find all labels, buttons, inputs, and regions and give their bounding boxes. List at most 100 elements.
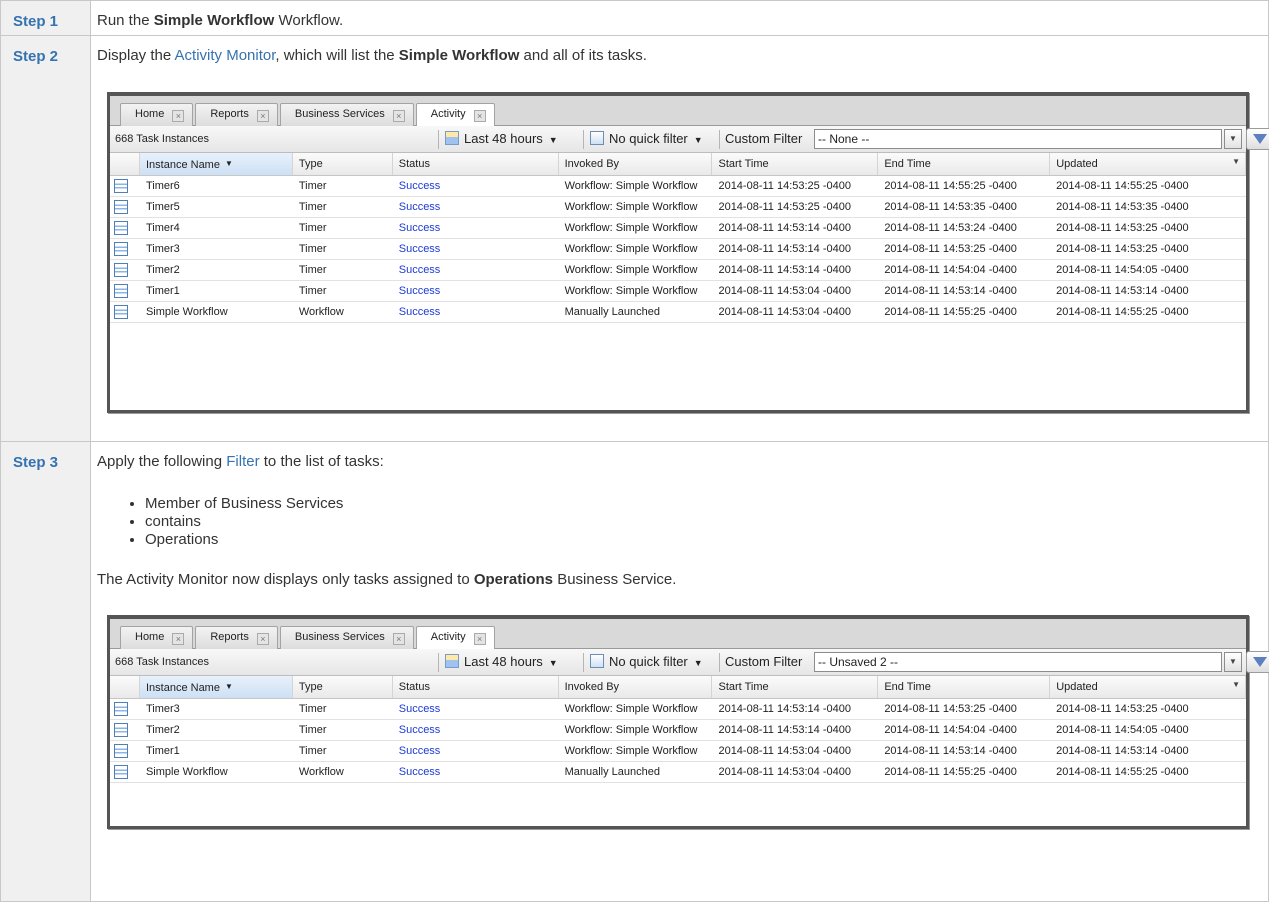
- column-header[interactable]: Status: [393, 153, 559, 175]
- table-cell: Timer1: [145, 285, 180, 297]
- table-row[interactable]: Timer5 Timer Success Workflow: Simple Workf…: [110, 197, 1246, 218]
- time-range-dropdown[interactable]: Last 48 hours ▼: [445, 126, 558, 152]
- column-header[interactable]: Instance Name ▼: [139, 676, 293, 698]
- step-content: Display the Activity Monitor, which will…: [90, 35, 1269, 442]
- column-header[interactable]: Invoked By: [559, 676, 713, 698]
- custom-filter-label: Custom Filter: [725, 131, 803, 146]
- tab-reports[interactable]: Reports ×: [195, 103, 278, 126]
- tab-home[interactable]: Home ×: [120, 626, 194, 649]
- close-icon[interactable]: ×: [392, 110, 405, 122]
- header-icon-column: [110, 676, 140, 698]
- close-icon[interactable]: ×: [473, 110, 486, 122]
- row-icon-cell: [110, 699, 140, 719]
- table-row[interactable]: Timer3 Timer Success Workflow: Simple Workf…: [110, 699, 1246, 720]
- table-cell: 2014-08-11 14:53:25 -0400: [884, 703, 1017, 715]
- table-row[interactable]: Simple Workflow Workflow Success Manually L…: [110, 302, 1246, 323]
- filter-link[interactable]: Filter: [226, 453, 259, 470]
- table-row[interactable]: Simple Workflow Workflow Success Manually L…: [110, 762, 1246, 783]
- activity-monitor-link[interactable]: Activity Monitor: [175, 47, 276, 64]
- chevron-down-icon[interactable]: ▼: [1224, 129, 1242, 149]
- table-cell: Timer1: [145, 745, 180, 757]
- table-cell: Success: [398, 724, 441, 736]
- task-instance-icon: [114, 723, 128, 737]
- column-header-label: Status: [398, 158, 430, 170]
- column-header-label: Status: [398, 681, 430, 693]
- row-icon-cell: [110, 281, 140, 301]
- time-range-label: Last 48 hours: [464, 131, 543, 146]
- column-header-label: Type: [298, 158, 323, 170]
- column-header-label: End Time: [884, 681, 931, 693]
- table-cell: 2014-08-11 14:53:25 -0400: [1056, 222, 1189, 234]
- column-header[interactable]: End Time: [878, 676, 1051, 698]
- column-header-label: Instance Name: [145, 159, 220, 171]
- quick-filter-dropdown[interactable]: No quick filter ▼: [590, 126, 703, 152]
- chevron-down-icon: ▼: [548, 658, 558, 668]
- list-item: contains: [145, 513, 1258, 531]
- tab-label: Business Services: [294, 631, 385, 643]
- close-icon[interactable]: ×: [172, 633, 185, 645]
- close-icon[interactable]: ×: [392, 633, 405, 645]
- table-row[interactable]: Timer4 Timer Success Workflow: Simple Workf…: [110, 218, 1246, 239]
- custom-filter-select[interactable]: -- None --: [814, 129, 1222, 149]
- row-icon-cell: [110, 260, 140, 280]
- close-icon[interactable]: ×: [473, 633, 486, 645]
- tab-home[interactable]: Home ×: [120, 103, 194, 126]
- column-header[interactable]: Start Time: [712, 676, 879, 698]
- table-cell: 2014-08-11 14:53:14 -0400: [718, 264, 851, 276]
- quick-filter-dropdown[interactable]: No quick filter ▼: [590, 649, 703, 675]
- column-header[interactable]: Instance Name ▼: [139, 153, 293, 175]
- table-row[interactable]: Timer3 Timer Success Workflow: Simple Workf…: [110, 239, 1246, 260]
- step-label: Step 3: [0, 441, 91, 902]
- close-icon[interactable]: ×: [256, 633, 269, 645]
- tab-activity[interactable]: Activity ×: [415, 626, 495, 650]
- row-icon-cell: [110, 176, 140, 196]
- table-cell: 2014-08-11 14:53:04 -0400: [718, 766, 851, 778]
- table-cell: 2014-08-11 14:54:05 -0400: [1056, 264, 1189, 276]
- close-icon[interactable]: ×: [172, 110, 185, 122]
- column-menu-icon[interactable]: ▼: [1232, 680, 1240, 689]
- table-cell: Timer: [298, 724, 327, 736]
- tab-reports[interactable]: Reports ×: [195, 626, 278, 649]
- step-label: Step 2: [0, 35, 91, 442]
- table-cell: Success: [398, 285, 441, 297]
- column-header[interactable]: Status: [393, 676, 559, 698]
- table-row[interactable]: Timer2 Timer Success Workflow: Simple Workf…: [110, 720, 1246, 741]
- row-icon-cell: [110, 302, 140, 322]
- column-header[interactable]: Updated: [1050, 153, 1246, 175]
- table-cell: Timer: [298, 180, 327, 192]
- step-content: Apply the following Filter to the list o…: [90, 441, 1269, 902]
- chevron-down-icon[interactable]: ▼: [1224, 652, 1242, 672]
- column-header[interactable]: Start Time: [712, 153, 879, 175]
- close-icon[interactable]: ×: [256, 110, 269, 122]
- table-row[interactable]: Timer1 Timer Success Workflow: Simple Workf…: [110, 741, 1246, 762]
- column-header[interactable]: Updated: [1050, 676, 1246, 698]
- quick-filter-label: No quick filter: [609, 654, 688, 669]
- tab-business-services[interactable]: Business Services ×: [279, 626, 414, 649]
- column-header[interactable]: Type: [293, 153, 393, 175]
- table-row[interactable]: Timer2 Timer Success Workflow: Simple Workf…: [110, 260, 1246, 281]
- column-header[interactable]: Type: [293, 676, 393, 698]
- table-cell: Timer: [298, 703, 327, 715]
- table-row[interactable]: Timer6 Timer Success Workflow: Simple Workf…: [110, 176, 1246, 197]
- table-row[interactable]: Timer1 Timer Success Workflow: Simple Workf…: [110, 281, 1246, 302]
- tab-activity[interactable]: Activity ×: [415, 103, 495, 127]
- table-cell: Timer6: [145, 180, 180, 192]
- tab-business-services[interactable]: Business Services ×: [279, 103, 414, 126]
- chevron-down-icon: ▼: [548, 135, 558, 145]
- column-header-label: Type: [298, 681, 323, 693]
- column-menu-icon[interactable]: ▼: [1232, 157, 1240, 166]
- table-cell: 2014-08-11 14:55:25 -0400: [1056, 766, 1189, 778]
- time-range-dropdown[interactable]: Last 48 hours ▼: [445, 649, 558, 675]
- column-header[interactable]: Invoked By: [559, 153, 713, 175]
- filter-button[interactable]: Filter...: [1246, 128, 1269, 150]
- chevron-down-icon: ▼: [693, 135, 703, 145]
- table-cell: 2014-08-11 14:53:14 -0400: [884, 745, 1017, 757]
- custom-filter-select[interactable]: -- Unsaved 2 --: [814, 652, 1222, 672]
- table-cell: Timer: [298, 243, 327, 255]
- toolbar-divider: [438, 130, 439, 149]
- filtered-activity-monitor-screenshot: Home × Reports × Business Services × Activity ×…: [107, 615, 1269, 829]
- table-cell: 2014-08-11 14:53:35 -0400: [1056, 201, 1189, 213]
- filter-button[interactable]: Filter...: [1246, 651, 1269, 673]
- task-instance-grid: Instance Name ▼ Type Status Invoked By Start …: [110, 676, 1246, 826]
- column-header[interactable]: End Time: [878, 153, 1051, 175]
